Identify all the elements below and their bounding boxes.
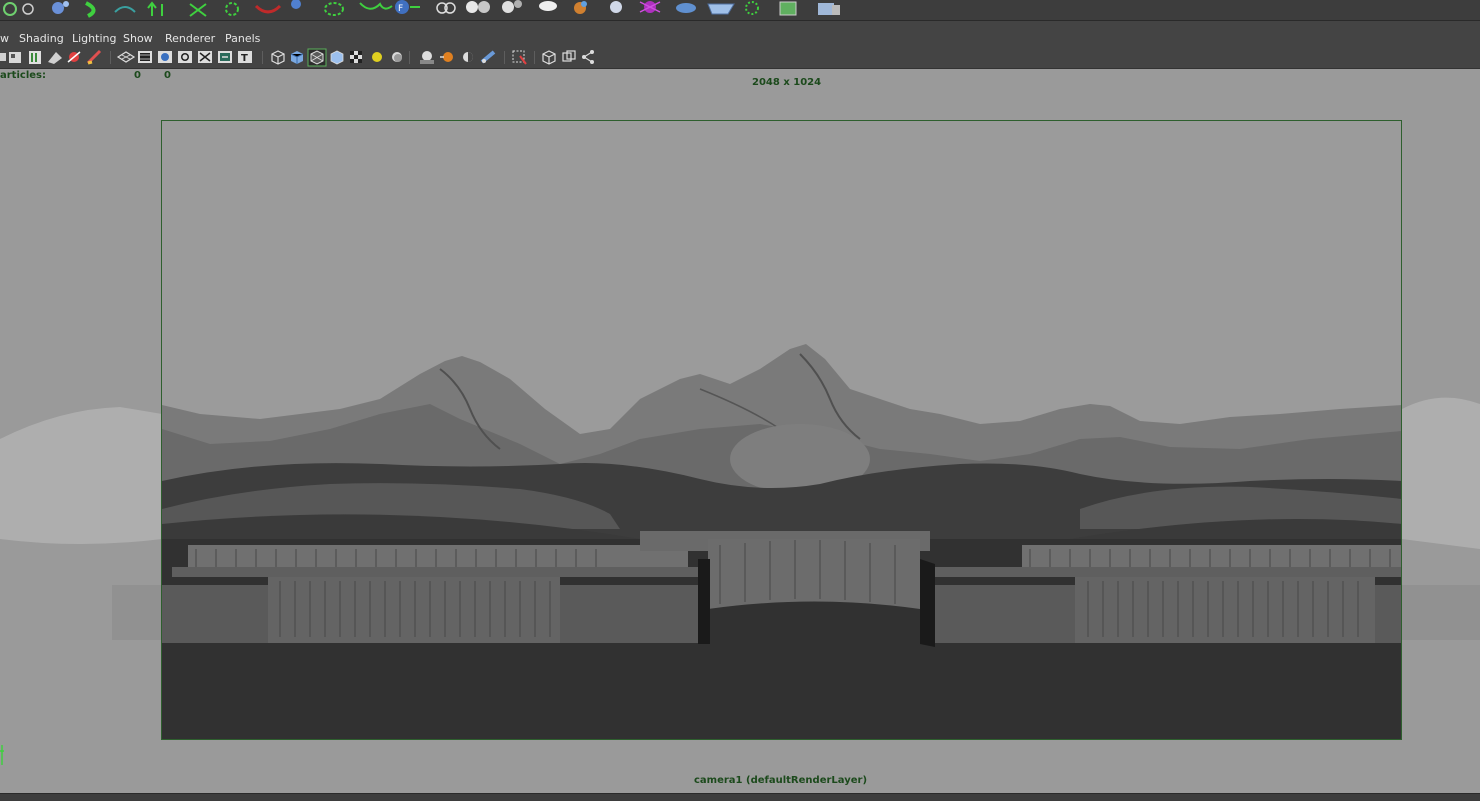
curve-icon[interactable] <box>85 1 96 18</box>
svg-text:T: T <box>241 53 248 64</box>
menu-shading[interactable]: Shading <box>19 32 64 45</box>
viewport[interactable]: articles: 0 0 2048 x 1024 camera1 (defau… <box>0 69 1480 793</box>
xray-joints-icon[interactable] <box>562 50 576 62</box>
particle-cloud-icon[interactable] <box>436 2 456 14</box>
hud-resolution: 2048 x 1024 <box>752 77 822 88</box>
cache-icon[interactable] <box>745 1 759 15</box>
screen-ao-icon[interactable] <box>420 51 434 64</box>
smoke-icon[interactable] <box>502 0 522 13</box>
shadows-icon[interactable] <box>392 52 402 62</box>
hud-particles-label: articles: <box>0 70 46 81</box>
motion-blur-icon[interactable] <box>440 52 453 62</box>
menu-panels[interactable]: Panels <box>225 32 260 45</box>
wireframe-icon[interactable] <box>271 50 285 65</box>
hud-particles-value-selected: 0 <box>164 70 171 81</box>
panel-menu-bar: w Shading Lighting Show Renderer Panels <box>0 30 1480 48</box>
isolate-select-icon[interactable] <box>512 50 527 65</box>
2d-pan-icon[interactable] <box>67 51 81 63</box>
delete-icon[interactable] <box>779 1 840 16</box>
arrows-icon[interactable] <box>147 1 163 16</box>
move-sphere-icon[interactable] <box>52 1 69 14</box>
emitter-icon[interactable] <box>254 4 282 14</box>
hud-camera-name: camera1 (defaultRenderLayer) <box>694 775 868 786</box>
depth-of-field-icon[interactable] <box>480 50 496 64</box>
shatter-icon[interactable] <box>574 1 587 14</box>
deform-icon[interactable] <box>114 6 136 13</box>
lights-icon[interactable] <box>372 52 382 62</box>
flow-icon[interactable] <box>676 3 696 13</box>
field-icon[interactable] <box>291 0 301 9</box>
snap-icon[interactable] <box>3 2 34 16</box>
resolution-gate <box>161 120 1402 740</box>
fluid-icon[interactable] <box>359 2 393 10</box>
xray-components-icon[interactable] <box>582 50 594 64</box>
camera-select-icon[interactable] <box>0 53 6 61</box>
lattice-icon[interactable] <box>225 2 239 16</box>
cluster-icon[interactable] <box>189 3 207 17</box>
bookmark-icon[interactable] <box>29 51 41 64</box>
menu-lighting[interactable]: Lighting <box>72 32 116 45</box>
xray-icon[interactable] <box>542 50 556 65</box>
anti-alias-icon[interactable] <box>463 52 473 62</box>
grid-icon[interactable] <box>116 51 136 63</box>
texture-icon[interactable] <box>350 51 362 63</box>
particle-sprite-icon[interactable] <box>707 3 735 15</box>
lightning-icon[interactable] <box>610 1 622 13</box>
soft-body-icon[interactable] <box>466 1 490 13</box>
menu-view[interactable]: w <box>0 32 9 45</box>
safe-title-icon[interactable]: T <box>238 51 252 64</box>
view-axis-icon <box>0 745 4 765</box>
menu-renderer[interactable]: Renderer <box>165 32 215 45</box>
gate-mask-icon[interactable] <box>178 51 192 63</box>
panel-toolbar: T <box>0 48 1480 69</box>
film-gate-icon[interactable] <box>138 51 152 63</box>
svg-text:F: F <box>398 4 403 14</box>
shelf-bar: F <box>0 0 1480 21</box>
menu-show[interactable]: Show <box>123 32 153 45</box>
resolution-gate-icon[interactable] <box>158 51 172 63</box>
smooth-shade-icon[interactable] <box>290 51 304 64</box>
rigid-body-icon[interactable] <box>324 2 344 16</box>
toolbar-icons: T <box>0 48 594 67</box>
image-plane-icon[interactable] <box>48 52 62 64</box>
spheres-icon[interactable]: F <box>395 0 420 14</box>
safe-action-icon[interactable] <box>218 51 232 63</box>
surface-icon[interactable] <box>639 1 661 13</box>
flat-shade-icon[interactable] <box>330 50 344 65</box>
camera-attributes-icon[interactable] <box>9 52 21 63</box>
wireframe-on-shaded-icon[interactable] <box>307 48 327 67</box>
field-chart-icon[interactable] <box>198 51 212 63</box>
shelf-icons: F <box>3 0 840 18</box>
hud-particles-value: 0 <box>134 70 141 81</box>
grease-pencil-icon[interactable] <box>86 49 102 65</box>
fire-icon[interactable] <box>539 1 557 11</box>
